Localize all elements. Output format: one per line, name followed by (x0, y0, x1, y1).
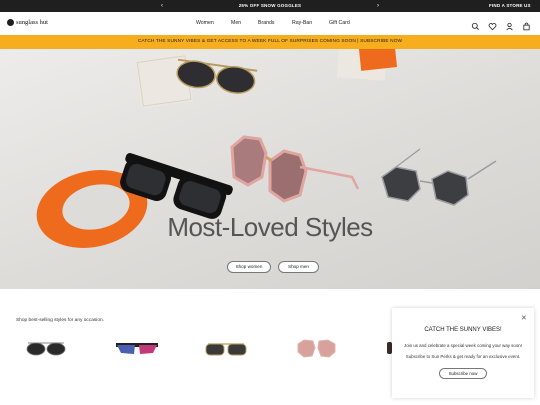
logo-text: sunglass hut (16, 19, 48, 26)
popup-text-2: Subscribe to Sun Perks & get ready for a… (405, 354, 521, 359)
logo-mark (7, 19, 14, 26)
find-a-store-link[interactable]: FIND A STORE (489, 3, 523, 8)
product-partial[interactable] (384, 336, 392, 360)
subscribe-banner[interactable]: CATCH THE SUNNY VIBES & GET ACCESS TO A … (0, 35, 540, 49)
subscribe-now-button[interactable]: Subscribe now (439, 368, 487, 379)
hero-image (36, 49, 497, 248)
country-selector[interactable]: US (524, 3, 531, 8)
nav-brands[interactable]: Brands (258, 20, 274, 26)
hero-title: Most-Loved Styles (167, 212, 373, 242)
product-aviator-black[interactable] (22, 336, 70, 360)
logo[interactable]: sunglass hut (7, 19, 48, 26)
nav-women[interactable]: Women (196, 20, 214, 26)
nav-gift-card[interactable]: Gift Card (329, 20, 350, 26)
site-header: sunglass hut Women Men Brands Ray-Ban Gi… (0, 12, 540, 35)
shop-women-button[interactable]: Shop women (227, 261, 271, 273)
heart-icon[interactable] (488, 18, 497, 31)
bestsellers-label: Shop best-selling styles for any occasio… (16, 318, 104, 323)
bag-icon[interactable] (522, 18, 531, 31)
nav-ray-ban[interactable]: Ray-Ban (292, 20, 312, 26)
product-sport-mirror[interactable] (113, 336, 161, 360)
popup-title: CATCH THE SUNNY VIBES! (424, 327, 502, 333)
top-promo-bar: ‹ 25% OFF SNOW GOGGLES › FIND A STORE US (0, 0, 540, 12)
shop-men-button[interactable]: Shop men (278, 261, 319, 273)
nav-men[interactable]: Men (231, 20, 241, 26)
hero-banner: Most-Loved Styles Shop women Shop men (0, 49, 540, 289)
subscribe-popup: ✕ CATCH THE SUNNY VIBES! Join us and cel… (392, 308, 534, 398)
search-icon[interactable] (471, 18, 480, 31)
product-aviator-gold[interactable] (202, 336, 250, 360)
chevron-right-icon[interactable]: › (377, 2, 379, 10)
promo-text[interactable]: 25% OFF SNOW GOGGLES (0, 3, 540, 8)
close-icon[interactable]: ✕ (521, 314, 527, 322)
popup-text-1: Join us and celebrate a special week com… (404, 343, 522, 348)
user-icon[interactable] (505, 18, 514, 31)
product-octagon-pink[interactable] (293, 336, 341, 360)
